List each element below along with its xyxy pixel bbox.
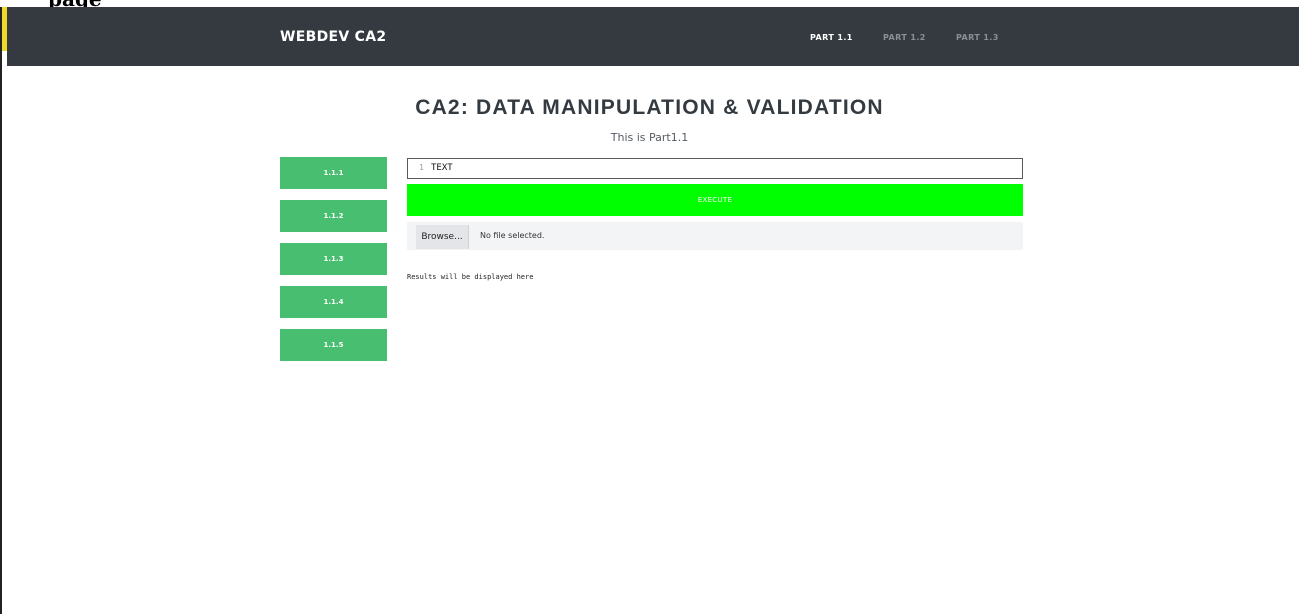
- file-status: No file selected.: [480, 231, 545, 240]
- navbar: WEBDEV CA2 PART 1.1 PART 1.2 PART 1.3: [7, 7, 1299, 66]
- nav-link-part-1-2[interactable]: PART 1.2: [883, 33, 926, 42]
- execute-button[interactable]: EXECUTE: [407, 184, 1023, 216]
- page-frame: [0, 0, 1299, 614]
- editor-text[interactable]: TEXT: [431, 163, 453, 173]
- browse-button[interactable]: Browse...: [416, 225, 469, 249]
- sidebar-button-1-1-1[interactable]: 1.1.1: [280, 157, 387, 189]
- cropped-top-strip: page: [0, 0, 1299, 11]
- editor-line-number: 1: [419, 163, 424, 172]
- file-input[interactable]: Browse... No file selected.: [407, 222, 1023, 250]
- code-editor[interactable]: 1 TEXT: [407, 158, 1023, 179]
- navbar-brand[interactable]: WEBDEV CA2: [280, 29, 386, 45]
- sidebar-button-1-1-4[interactable]: 1.1.4: [280, 286, 387, 318]
- page-subtitle: This is Part1.1: [610, 131, 689, 144]
- nav-link-part-1-3[interactable]: PART 1.3: [956, 33, 999, 42]
- nav-link-part-1-1[interactable]: PART 1.1: [810, 33, 853, 42]
- sidebar-button-1-1-5[interactable]: 1.1.5: [280, 329, 387, 361]
- sidebar-button-1-1-3[interactable]: 1.1.3: [280, 243, 387, 275]
- page-title: CA2: DATA MANIPULATION & VALIDATION: [415, 96, 884, 119]
- sidebar-button-1-1-2[interactable]: 1.1.2: [280, 200, 387, 232]
- results-output: Results will be displayed here: [407, 273, 534, 281]
